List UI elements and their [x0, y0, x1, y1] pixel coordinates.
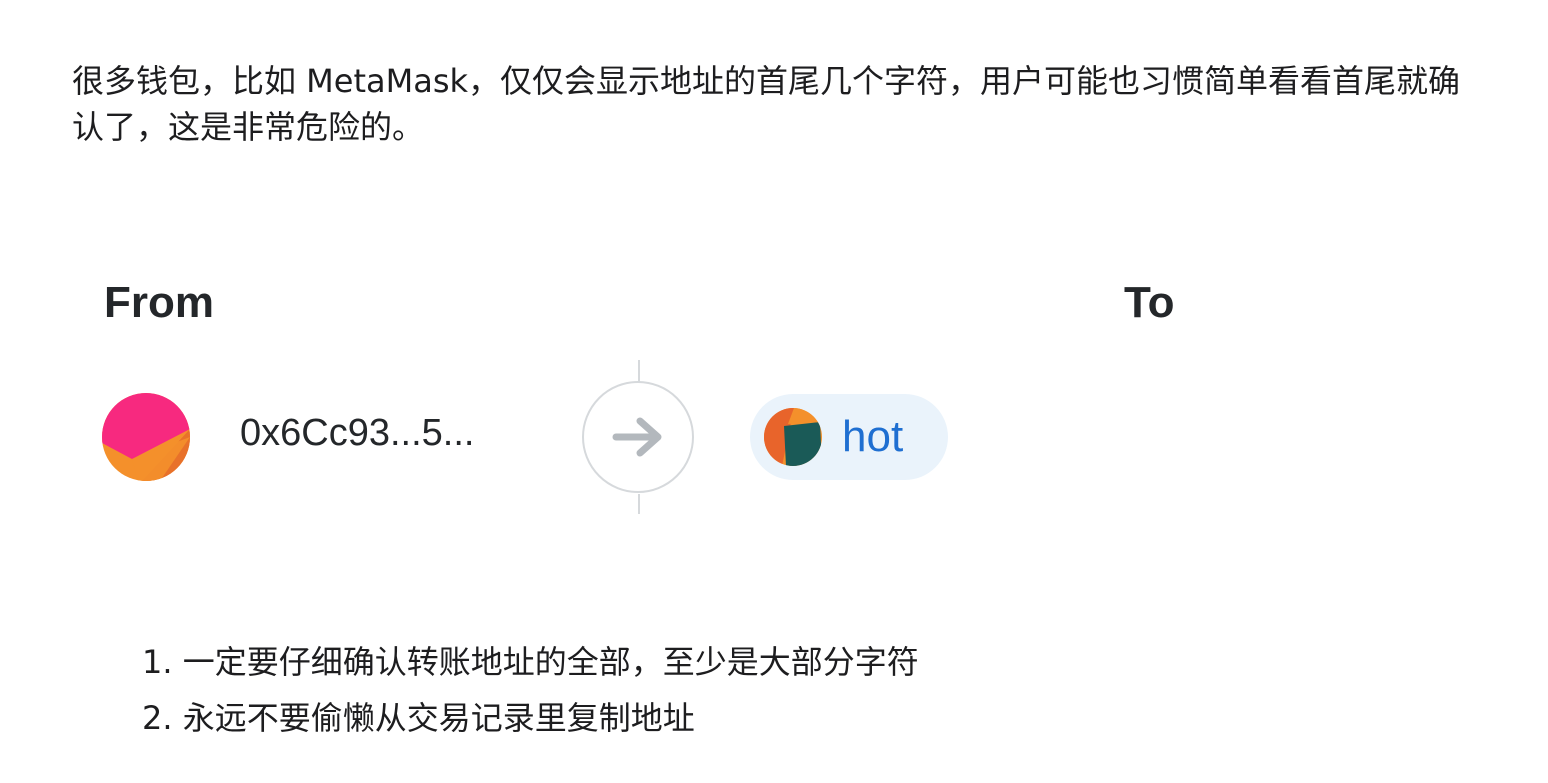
jazzicon-avatar-icon — [102, 393, 190, 481]
tip-item: 1. 一定要仔细确认转账地址的全部，至少是大部分字符 — [142, 643, 919, 681]
divider-bottom — [638, 494, 640, 514]
to-heading: To — [1124, 278, 1175, 327]
tip-item: 2. 永远不要偷懒从交易记录里复制地址 — [142, 699, 695, 737]
divider-top — [638, 360, 640, 382]
from-address[interactable]: 0x6Cc93...5... — [240, 412, 474, 455]
from-heading: From — [104, 278, 214, 327]
to-account-avatar — [764, 408, 822, 466]
direction-indicator — [582, 381, 694, 493]
tips-list: 1. 一定要仔细确认转账地址的全部，至少是大部分字符 2. 永远不要偷懒从交易记… — [142, 634, 919, 746]
recipient-name: hot — [842, 412, 904, 461]
recipient-pill[interactable]: hot — [750, 394, 948, 480]
from-account-avatar — [102, 393, 190, 481]
arrow-right-icon — [612, 417, 662, 457]
intro-paragraph: 很多钱包，比如 MetaMask，仅仅会显示地址的首尾几个字符，用户可能也习惯简… — [72, 62, 1461, 146]
jazzicon-avatar-icon — [764, 408, 822, 466]
